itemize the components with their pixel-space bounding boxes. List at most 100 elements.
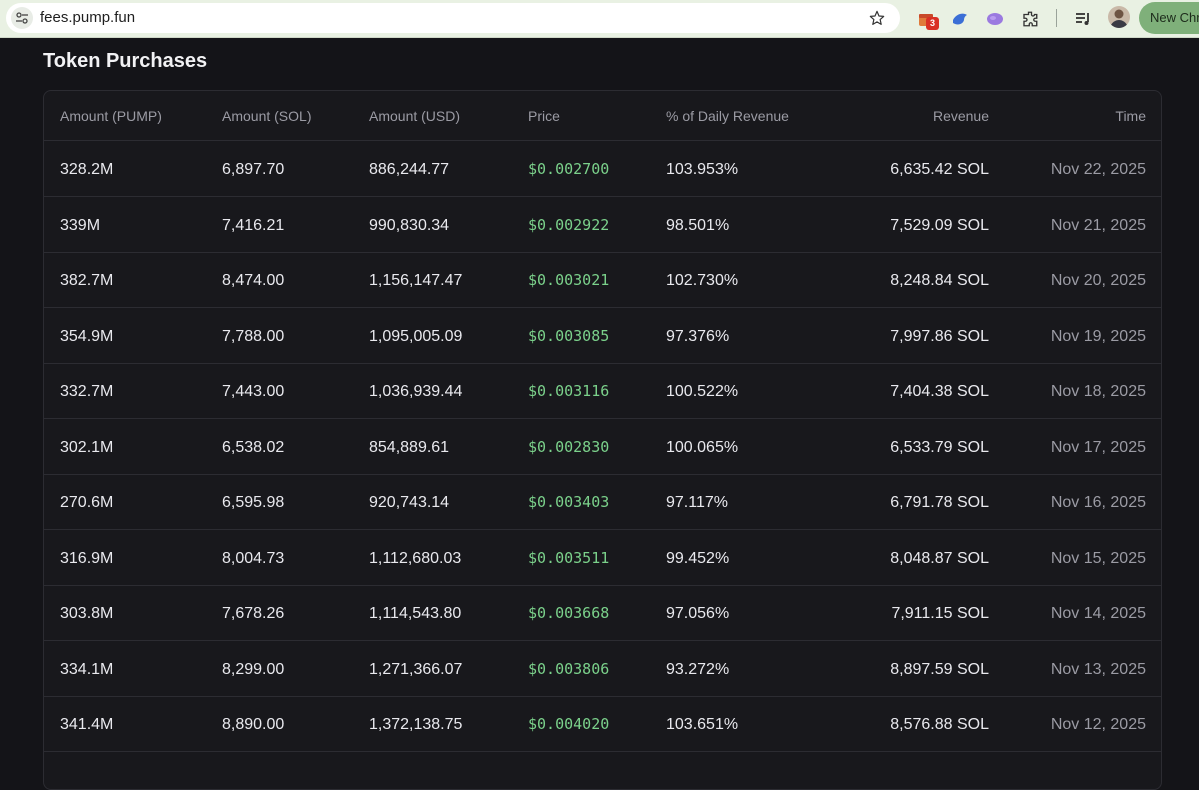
revenue-cell: 6,791.78 SOL [890,494,989,511]
token-purchases-table: Amount (PUMP) Amount (SOL) Amount (USD) … [43,90,1162,790]
price-cell: $0.003085 [528,326,610,345]
amount-usd-cell: 990,830.34 [369,216,450,234]
browser-toolbar: fees.pump.fun 3 New Chr [0,0,1199,38]
time-cell: Nov 12, 2025 [1050,716,1146,733]
price-cell: $0.003806 [528,659,610,678]
time-cell: Nov 20, 2025 [1050,272,1146,289]
table-row: 316.9M 8,004.73 1,112,680.03 $0.003511 99.45… [44,531,1161,586]
amount-pump-cell: 354.9M [60,327,114,345]
table-row: 354.9M 7,788.00 1,095,005.09 $0.003085 97.37… [44,309,1161,364]
time-cell: Nov 17, 2025 [1050,438,1146,456]
profile-avatar[interactable] [1108,6,1130,28]
revenue-cell: 6,635.42 SOL [890,161,989,178]
time-cell: Nov 13, 2025 [1050,660,1146,678]
price-cell: $0.003021 [528,271,610,289]
amount-sol-cell: 6,538.02 [222,438,285,456]
table-row: 341.4M 8,890.00 1,372,138.75 $0.004020 103.6… [44,697,1161,752]
table-row: 382.7M 8,474.00 1,156,147.47 $0.003021 102.7… [44,253,1161,308]
time-cell: Nov 22, 2025 [1050,161,1146,178]
address-bar[interactable]: fees.pump.fun [6,3,900,33]
column-header[interactable]: Time [1115,91,1146,141]
amount-pump-cell: 334.1M [60,660,114,678]
media-queue-icon[interactable] [1071,7,1095,31]
amount-sol-cell: 6,595.98 [222,494,285,511]
column-header[interactable]: Amount (USD) [369,91,460,141]
price-cell: $0.003403 [528,493,610,511]
daily-revenue-pct-cell: 97.056% [666,605,730,622]
revenue-cell: 7,997.86 SOL [890,327,989,345]
amount-sol-cell: 8,299.00 [222,660,285,678]
extensions-puzzle-icon[interactable] [1018,7,1042,31]
daily-revenue-pct-cell: 99.452% [666,549,730,567]
daily-revenue-pct-cell: 98.501% [666,216,730,234]
price-cell: $0.002700 [528,160,610,178]
table-row: 339M 7,416.21 990,830.34 $0.002922 98.501% 7,… [44,198,1161,253]
amount-sol-cell: 7,788.00 [222,327,285,345]
revenue-cell: 8,897.59 SOL [890,660,989,678]
toolbar-divider [1056,9,1057,27]
extension-brain-icon[interactable] [983,7,1007,31]
amount-sol-cell: 7,416.21 [222,216,285,234]
amount-pump-cell: 316.9M [60,549,114,567]
amount-usd-cell: 1,114,543.80 [369,605,462,622]
amount-usd-cell: 1,036,939.44 [369,383,463,400]
table-row: 270.6M 6,595.98 920,743.14 $0.003403 97.117%… [44,475,1161,530]
daily-revenue-pct-cell: 97.117% [666,494,728,511]
extension-badge: 3 [926,17,939,30]
column-header[interactable]: % of Daily Revenue [666,91,789,141]
amount-usd-cell: 1,372,138.75 [369,716,463,733]
price-cell: $0.002830 [528,437,610,456]
extension-bird-icon[interactable] [948,7,972,31]
amount-sol-cell: 7,678.26 [222,605,285,622]
page-title: Token Purchases [43,50,208,72]
price-cell: $0.003116 [528,382,610,400]
url-text[interactable]: fees.pump.fun [40,9,135,26]
column-header[interactable]: Revenue [933,91,989,141]
site-info-icon[interactable] [11,7,33,29]
daily-revenue-pct-cell: 103.651% [666,716,739,733]
time-cell: Nov 14, 2025 [1050,605,1146,622]
amount-sol-cell: 8,890.00 [222,716,285,733]
amount-sol-cell: 8,474.00 [222,272,285,289]
new-chrome-button[interactable]: New Chr [1139,2,1199,34]
revenue-cell: 8,048.87 SOL [890,549,989,567]
revenue-cell: 7,911.15 SOL [891,605,989,622]
amount-usd-cell: 1,156,147.47 [369,272,463,289]
revenue-cell: 8,576.88 SOL [890,716,989,733]
amount-pump-cell: 382.7M [60,272,114,289]
time-cell: Nov 18, 2025 [1050,383,1146,400]
amount-sol-cell: 8,004.73 [222,549,285,567]
time-cell: Nov 19, 2025 [1050,327,1146,345]
amount-usd-cell: 886,244.77 [369,161,450,178]
revenue-cell: 7,404.38 SOL [890,383,989,400]
amount-sol-cell: 6,897.70 [222,161,285,178]
daily-revenue-pct-cell: 100.522% [666,383,739,400]
amount-pump-cell: 302.1M [60,438,114,456]
amount-pump-cell: 341.4M [60,716,114,733]
amount-usd-cell: 854,889.61 [369,438,450,456]
column-header[interactable]: Amount (SOL) [222,91,311,141]
amount-usd-cell: 1,112,680.03 [369,549,462,567]
extension-gift-icon[interactable]: 3 [914,7,939,31]
revenue-cell: 8,248.84 SOL [890,272,989,289]
daily-revenue-pct-cell: 102.730% [666,272,739,289]
amount-sol-cell: 7,443.00 [222,383,285,400]
price-cell: $0.004020 [528,715,610,733]
table-header: Amount (PUMP) Amount (SOL) Amount (USD) … [44,91,1161,141]
column-header[interactable]: Price [528,91,560,141]
revenue-cell: 7,529.09 SOL [890,216,989,234]
daily-revenue-pct-cell: 97.376% [666,327,730,345]
time-cell: Nov 16, 2025 [1050,494,1146,511]
bookmark-star-icon[interactable] [866,7,888,29]
column-header[interactable]: Amount (PUMP) [60,91,162,141]
price-cell: $0.003511 [528,548,610,567]
amount-usd-cell: 1,271,366.07 [369,660,463,678]
amount-pump-cell: 270.6M [60,494,114,511]
price-cell: $0.003668 [528,604,610,622]
time-cell: Nov 21, 2025 [1050,216,1146,234]
daily-revenue-pct-cell: 100.065% [666,438,739,456]
daily-revenue-pct-cell: 93.272% [666,660,730,678]
table-row: 334.1M 8,299.00 1,271,366.07 $0.003806 93.27… [44,642,1161,697]
time-cell: Nov 15, 2025 [1050,549,1146,567]
revenue-cell: 6,533.79 SOL [890,438,989,456]
